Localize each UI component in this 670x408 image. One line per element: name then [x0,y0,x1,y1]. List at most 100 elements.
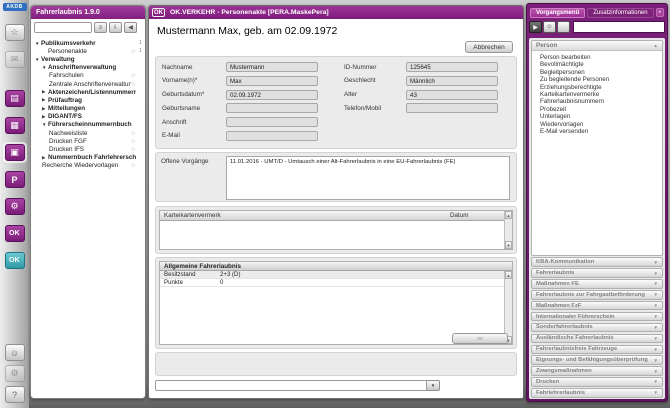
run-action-button[interactable]: ▶ [529,21,542,33]
accordion-kba-kommunikation[interactable]: KBA-Kommunikation▼ [531,257,663,267]
tab-vorgangsmenue[interactable]: Vorgangsmenü [530,8,585,18]
open-cases-textarea[interactable]: 11.01.2016 - UMT/D - Umtausch einer Alt-… [226,156,510,200]
menu-item-wiedervorlagen[interactable]: Wiedervorlagen [532,121,662,128]
user-admin-button[interactable]: ☺ [5,344,25,361]
accordion-drucken[interactable]: Drucken▼ [531,377,663,387]
scroll-down-icon[interactable]: ▼ [505,241,512,249]
cancel-button[interactable]: Abbrechen [465,41,513,53]
favorite-star-icon[interactable]: ☆ [131,162,136,169]
tree-item-nachweisliste[interactable]: Nachweisliste☆ [34,129,142,137]
table-scrollbar[interactable]: ▲ ▼ [504,211,512,249]
geburtsname-field[interactable] [226,103,318,113]
person-accordion-header[interactable]: Person ▲ [532,41,662,51]
search-details-button[interactable]: ∞ [452,333,508,344]
tree-item-nummernbuch-fahrlehrerschein[interactable]: ▶Nummernbuch Fahrlehrerschein [34,154,142,162]
geschlecht-field[interactable]: Männlich [406,76,498,86]
nav-list-button[interactable]: ≡ [94,22,107,33]
tree-item-digant-fs[interactable]: ▶DIGANT/FS [34,113,142,121]
accordion-fahrgastbefoerderung[interactable]: Fahrerlaubnis zur Fahrgastbeförderung▼ [531,290,663,300]
parking-module-button[interactable]: P [5,171,25,188]
telefon-field[interactable] [406,103,498,113]
menu-item-email-versenden[interactable]: E-Mail versenden [532,128,662,135]
menu-item-erziehungsberechtigte[interactable]: Erziehungsberechtigte [532,84,662,91]
accordion-auslaendische-fahrerlaubnis[interactable]: Ausländische Fahrerlaubnis▼ [531,334,663,344]
accordion-eignungspruefung[interactable]: Eignungs- und Befähigungsüberprüfung▼ [531,355,663,365]
geburtsdatum-field[interactable]: 02.09.1972 [226,90,318,100]
column-header[interactable]: Datum [450,212,512,219]
tree-item-drucken-fgf[interactable]: Drucken FGF☆ [34,137,142,145]
tree-item-fahrschulen[interactable]: Fahrschulen☆ [34,72,142,80]
tree-item-pruefauftrag[interactable]: ▶Prüfauftrag [34,96,142,104]
tree-item-publikumsverkehr[interactable]: ▼Publikumsverkehr1 [34,39,142,47]
menu-item-karteikartenvermerke[interactable]: Karteikartenvermerke [532,91,662,98]
messages-button[interactable]: ✉ [5,51,25,68]
menu-item-begleitpersonen[interactable]: Begleitpersonen [532,69,662,76]
menu-item-probezeit[interactable]: Probezeit [532,106,662,113]
alter-field[interactable]: 43 [406,90,498,100]
accordion-fahrerlaubnisfreie-fahrzeuge[interactable]: Fahrerlaubnisfreie Fahrzeuge▼ [531,345,663,355]
tree-item-verwaltung[interactable]: ▼Verwaltung [34,55,142,63]
menu-item-zu-begleitende-personen[interactable]: Zu begleitende Personen [532,76,662,83]
settings-module-button[interactable]: ⚙ [5,198,25,215]
task-search-input[interactable] [573,21,665,33]
nav-search-input[interactable] [34,22,92,33]
accordion-massnahmen-fe[interactable]: Maßnahmen FE▼ [531,279,663,289]
ok-portal-button[interactable]: OK [5,252,25,269]
accordion-fahrerlaubnis[interactable]: Fahrerlaubnis▼ [531,268,663,278]
scroll-up-icon[interactable]: ▲ [505,271,512,279]
email-field[interactable] [226,131,318,141]
menu-item-unterlagen[interactable]: Unterlagen [532,113,662,120]
menu-item-person-bearbeiten[interactable]: Person bearbeiten [532,54,662,61]
scroll-up-icon[interactable]: ▲ [505,211,512,219]
tree-item-aktenzeichen[interactable]: ▶Aktenzeichen/Listennummern [34,88,142,96]
accordion-internationaler-fuehrerschein[interactable]: Internationaler Führerschein▼ [531,312,663,322]
nav-collapse-button[interactable]: ◀ [124,22,137,33]
accordion-massnahmen-fzf[interactable]: Maßnahmen FzF▼ [531,301,663,311]
menu-item-bevollmaechtigte[interactable]: Bevollmächtigte [532,61,662,68]
tree-item-fuehrerscheinnummernbuch[interactable]: ▼Führerscheinnummernbuch [34,121,142,129]
favorites-button[interactable]: ☆ [5,24,25,41]
accordion-sonderfahrerlaubnis[interactable]: Sonderfahrerlaubnis▼ [531,323,663,333]
ok-icon: OK [9,257,20,264]
favorite-star-icon[interactable]: ☆ [131,146,136,153]
tab-zusatzinformationen[interactable]: Zusatzinformationen [587,8,653,18]
favorite-star-icon[interactable]: ☆ [131,130,136,137]
tree-item-zentrale-anschriftenverwaltung[interactable]: Zentrale Anschriftenverwaltung☆ [34,80,142,88]
tree-item-anschriftenverwaltung[interactable]: ▼Anschriftenverwaltung [34,64,142,72]
personenakte-window: OK OK.VERKEHR - Personenakte [PERA.Maske… [148,5,524,399]
window-titlebar[interactable]: OK OK.VERKEHR - Personenakte [PERA.Maske… [149,6,523,19]
favorite-star-icon[interactable]: ☆ [131,81,136,88]
person-action-button[interactable]: ☺ [543,21,556,33]
akdb-logo: AKDB [3,3,27,11]
close-panel-button[interactable]: × [656,8,664,17]
tree-item-personenakte[interactable]: Personenakte☆1 [34,47,142,55]
nav-import-button[interactable]: ⇩ [109,22,122,33]
system-settings-button[interactable]: ⚙ [5,365,25,382]
vorname-field[interactable]: Max [226,76,318,86]
action-combobox[interactable] [155,380,427,391]
menu-item-fahrerlaubnisnummern[interactable]: Fahrerlaubnisnummern [532,98,662,105]
accordion-fahrlehrerlaubnis[interactable]: Fahrlehrerlaubnis▼ [531,388,663,398]
favorite-star-icon[interactable]: ☆ [131,138,136,145]
extra-action-button[interactable] [557,21,570,33]
personenakte-module-button[interactable]: ▣ [5,144,25,161]
row-label: Besitzstand [160,271,220,278]
tree-item-count: 1 [136,48,142,54]
ok-verkehr-button[interactable]: OK [5,225,25,242]
table-row[interactable]: Punkte0 [160,279,512,287]
help-button[interactable]: ? [5,386,25,403]
id-nummer-field[interactable]: 125645 [406,62,498,72]
nachname-field[interactable]: Mustermann [226,62,318,72]
anschrift-field[interactable] [226,117,318,127]
table-row[interactable]: Besitzstand2+3 (D) [160,271,512,279]
favorite-star-icon[interactable]: ☆ [131,72,136,79]
addressbook-module-button[interactable]: ▤ [5,90,25,107]
cardindex-module-button[interactable]: ▦ [5,117,25,134]
combo-dropdown-button[interactable]: ▼ [427,380,440,391]
tree-item-recherche-wiedervorlagen[interactable]: Recherche Wiedervorlagen☆ [34,162,142,170]
column-header[interactable]: Karteikartenvermerk [160,212,450,219]
tree-item-mitteilungen[interactable]: ▶Mitteilungen [34,105,142,113]
accordion-zwangsmassnahmen[interactable]: Zwangsmaßnahmen▼ [531,366,663,376]
tree-item-drucken-ifs[interactable]: Drucken IFS☆ [34,145,142,153]
star-icon: ☆ [10,27,18,38]
